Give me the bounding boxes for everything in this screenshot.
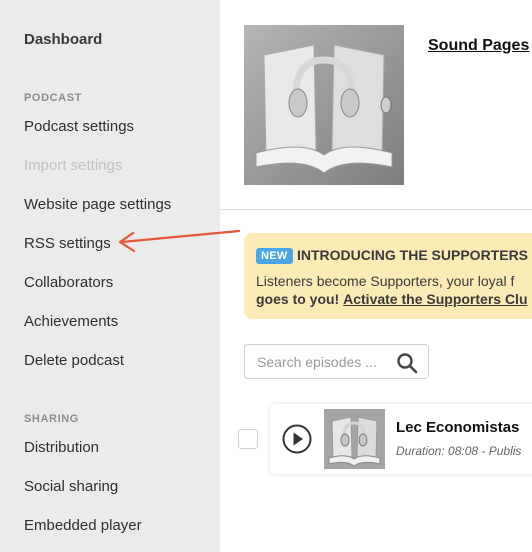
podcast-header: Sound Pages bbox=[220, 0, 532, 210]
banner-title: INTRODUCING THE SUPPORTERS C bbox=[297, 247, 532, 263]
sidebar-item-achievements[interactable]: Achievements bbox=[24, 313, 118, 330]
search-box bbox=[244, 344, 429, 379]
banner-text-line2: goes to you! Activate the Supporters Clu bbox=[256, 291, 528, 307]
episode-meta: Duration: 08:08 - Publis bbox=[396, 444, 522, 458]
activate-supporters-link[interactable]: Activate the Supporters Clu bbox=[343, 291, 527, 307]
main-content: Sound Pages NEW INTRODUCING THE SUPPORTE… bbox=[220, 0, 532, 552]
search-input[interactable] bbox=[246, 346, 386, 377]
banner-text: Listeners become Supporters, your loyal … bbox=[256, 273, 515, 289]
sidebar-item-social-sharing[interactable]: Social sharing bbox=[24, 478, 118, 495]
sidebar-item-website-page-settings[interactable]: Website page settings bbox=[24, 196, 171, 213]
episode-thumbnail bbox=[324, 409, 385, 469]
sidebar-section-podcast: PODCAST bbox=[24, 92, 82, 104]
sidebar-item-delete-podcast[interactable]: Delete podcast bbox=[24, 352, 124, 369]
sidebar-item-rss-settings[interactable]: RSS settings bbox=[24, 235, 111, 252]
sidebar-item-embedded-player[interactable]: Embedded player bbox=[24, 517, 142, 534]
play-icon[interactable] bbox=[282, 424, 312, 454]
banner-bold-text: goes to you! bbox=[256, 291, 340, 307]
sidebar-section-sharing: SHARING bbox=[24, 413, 79, 425]
new-badge: NEW bbox=[256, 248, 293, 264]
podcast-cover-image bbox=[244, 25, 404, 185]
episode-checkbox[interactable] bbox=[238, 429, 258, 449]
search-icon[interactable] bbox=[395, 351, 419, 375]
podcast-title[interactable]: Sound Pages bbox=[428, 37, 529, 55]
sidebar-item-dashboard[interactable]: Dashboard bbox=[24, 31, 102, 48]
sidebar-item-import-settings: Import settings bbox=[24, 157, 123, 174]
episode-row[interactable]: Lec Economistas Duration: 08:08 - Publis bbox=[270, 404, 532, 474]
sidebar: Dashboard PODCAST Podcast settings Impor… bbox=[0, 0, 220, 552]
sidebar-item-distribution[interactable]: Distribution bbox=[24, 439, 99, 456]
sidebar-item-podcast-settings[interactable]: Podcast settings bbox=[24, 118, 134, 135]
supporters-banner: NEW INTRODUCING THE SUPPORTERS C Listene… bbox=[244, 233, 532, 319]
sidebar-item-collaborators[interactable]: Collaborators bbox=[24, 274, 113, 291]
episode-title[interactable]: Lec Economistas bbox=[396, 419, 519, 436]
